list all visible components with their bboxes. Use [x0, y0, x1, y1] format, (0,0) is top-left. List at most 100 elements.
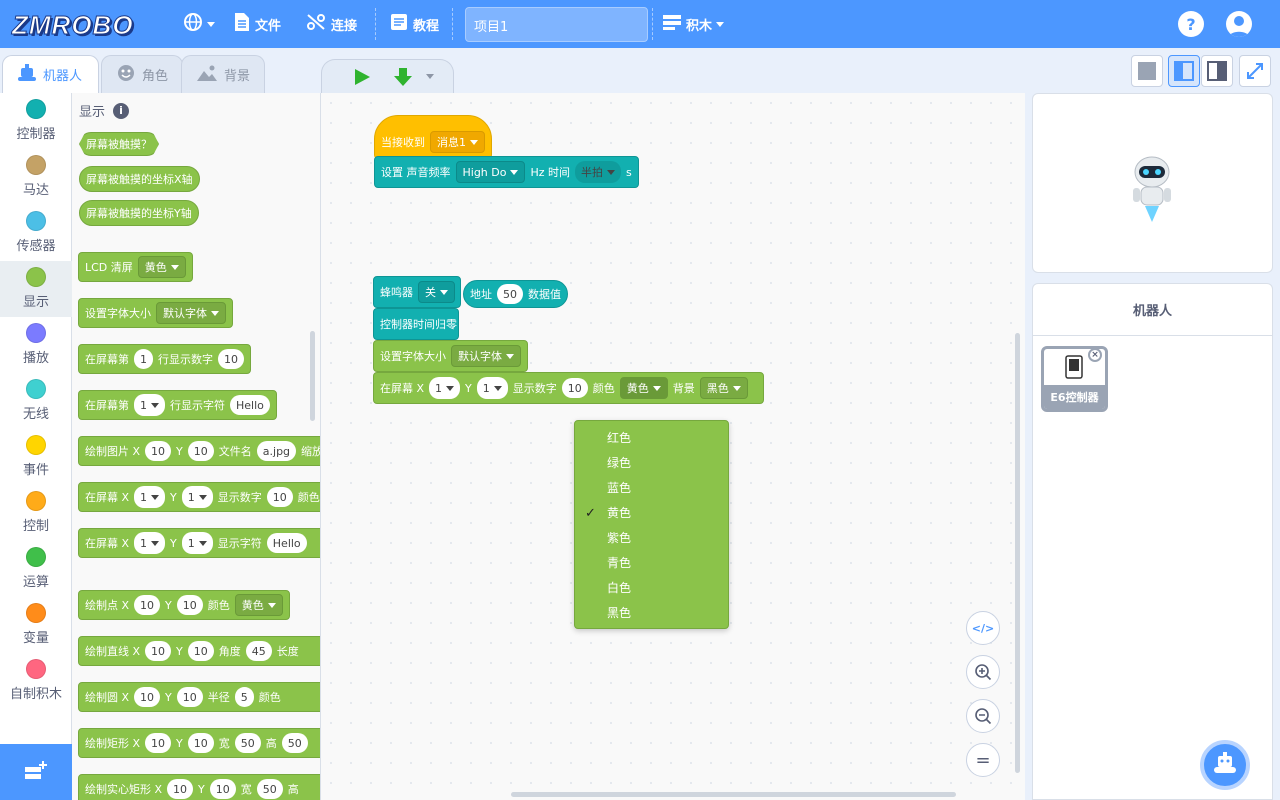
block-set-sound-freq[interactable]: 设置 声音频率 High Do Hz 时间 半拍 s	[374, 156, 639, 188]
download-icon[interactable]	[392, 66, 414, 92]
number-input[interactable]: 10	[266, 487, 293, 507]
tutorial-menu[interactable]: 教程	[389, 0, 439, 48]
palette-scrollbar[interactable]	[310, 331, 315, 421]
color-dropdown[interactable]: 黄色	[234, 594, 283, 616]
category-item[interactable]: 播放	[0, 317, 72, 373]
block-buzzer[interactable]: 蜂鸣器关	[373, 276, 461, 308]
address-input[interactable]: 50	[497, 284, 523, 304]
block-when-receive[interactable]: 当接收到 消息1	[374, 115, 492, 159]
category-item[interactable]: 自制积木	[0, 653, 72, 709]
blocks-menu[interactable]: 积木	[662, 0, 725, 48]
y-input[interactable]: 10	[176, 687, 203, 707]
note-dropdown[interactable]: High Do	[455, 161, 526, 183]
x-dropdown[interactable]: 1	[134, 532, 166, 554]
y-input[interactable]: 10	[187, 441, 214, 461]
block-draw-rect[interactable]: 绘制矩形 X 10 Y 10 宽 50 高 50	[78, 728, 320, 758]
file-menu[interactable]: 文件	[233, 0, 281, 48]
category-item[interactable]: 运算	[0, 541, 72, 597]
x-dropdown[interactable]: 1	[134, 486, 166, 508]
block-show-number-xy[interactable]: 在屏幕 X 1 Y 1 显示数字 10 颜色	[78, 482, 320, 512]
block-timer-reset[interactable]: 控制器时间归零	[373, 308, 459, 340]
filename-input[interactable]: a.jpg	[256, 441, 297, 461]
stage[interactable]	[1032, 93, 1273, 273]
dropdown-option[interactable]: 绿色	[575, 451, 728, 476]
large-stage-button[interactable]	[1201, 55, 1233, 87]
color-dropdown[interactable]: 黄色	[137, 256, 186, 278]
category-item[interactable]: 事件	[0, 429, 72, 485]
block-screen-touched[interactable]: 屏幕被触摸？	[79, 132, 159, 156]
block-draw-line[interactable]: 绘制直线 X 10 Y 10 角度 45 长度	[78, 636, 320, 666]
dropdown-option[interactable]: 青色	[575, 551, 728, 576]
row-dropdown[interactable]: 1	[134, 394, 165, 416]
tab-robot[interactable]: 机器人	[2, 55, 99, 93]
normal-stage-button[interactable]	[1168, 55, 1200, 87]
extension-button[interactable]	[0, 744, 72, 800]
block-set-font-script[interactable]: 设置字体大小 默认字体	[373, 340, 528, 372]
y-input[interactable]: 10	[187, 641, 214, 661]
connect-menu[interactable]: 连接	[305, 0, 357, 48]
x-input[interactable]: 10	[145, 641, 172, 661]
y-input[interactable]: 10	[209, 779, 236, 799]
y-input[interactable]: 10	[176, 595, 203, 615]
radius-input[interactable]: 5	[234, 687, 254, 707]
width-input[interactable]: 50	[234, 733, 261, 753]
add-device-button[interactable]	[1200, 740, 1250, 790]
small-stage-button[interactable]	[1131, 55, 1163, 87]
block-draw-filled-rect[interactable]: 绘制实心矩形 X 10 Y 10 宽 50 高	[78, 774, 320, 800]
bg-color-dropdown[interactable]: 黑色	[699, 377, 748, 399]
zoom-out-icon[interactable]	[966, 699, 1000, 733]
text-input[interactable]: Hello	[230, 395, 270, 415]
y-dropdown[interactable]: 1	[181, 532, 213, 554]
category-item[interactable]: 传感器	[0, 205, 72, 261]
block-set-font[interactable]: 设置字体大小 默认字体	[78, 298, 233, 328]
block-draw-point[interactable]: 绘制点 X 10 Y 10 颜色 黄色	[78, 590, 290, 620]
dropdown-option[interactable]: 紫色	[575, 526, 728, 551]
beat-dropdown[interactable]: 半拍	[575, 161, 622, 183]
category-item[interactable]: 变量	[0, 597, 72, 653]
robot-sprite-image[interactable]	[1129, 154, 1175, 228]
row-input[interactable]: 1	[134, 349, 153, 369]
x-dropdown[interactable]: 1	[429, 377, 461, 399]
block-draw-image[interactable]: 绘制图片 X 10 Y 10 文件名 a.jpg 缩放	[78, 436, 320, 466]
tab-backdrop[interactable]: 背景	[181, 55, 265, 93]
project-name-input[interactable]: 项目1	[465, 7, 648, 42]
user-avatar-icon[interactable]	[1226, 11, 1252, 37]
horizontal-scrollbar[interactable]	[511, 792, 956, 797]
x-input[interactable]: 10	[145, 733, 172, 753]
y-dropdown[interactable]: 1	[476, 377, 508, 399]
chevron-down-icon[interactable]	[426, 74, 434, 79]
x-input[interactable]: 10	[167, 779, 194, 799]
angle-input[interactable]: 45	[245, 641, 272, 661]
buzzer-dropdown[interactable]: 关	[418, 281, 455, 303]
block-draw-circle[interactable]: 绘制圆 X 10 Y 10 半径 5 颜色	[78, 682, 320, 712]
run-icon[interactable]	[352, 67, 372, 91]
height-input[interactable]: 50	[281, 733, 308, 753]
block-lcd-clear[interactable]: LCD 清屏 黄色	[78, 252, 193, 282]
close-icon[interactable]: ×	[1088, 348, 1102, 362]
number-input[interactable]: 10	[561, 378, 588, 398]
code-view-icon[interactable]: </>	[966, 611, 1000, 645]
zoom-in-icon[interactable]	[966, 655, 1000, 689]
category-item[interactable]: 控制器	[0, 93, 72, 149]
category-item[interactable]: 马达	[0, 149, 72, 205]
block-touch-y[interactable]: 屏幕被触摸的坐标Y轴	[79, 200, 199, 226]
block-touch-x[interactable]: 屏幕被触摸的坐标X轴	[79, 166, 200, 192]
dropdown-option[interactable]: 蓝色	[575, 476, 728, 501]
category-item[interactable]: 显示	[0, 261, 72, 317]
block-show-string-xy[interactable]: 在屏幕 X 1 Y 1 显示字符 Hello	[78, 528, 320, 558]
block-data-value[interactable]: 地址 50 数据值	[463, 280, 568, 308]
block-show-number-row[interactable]: 在屏幕第 1 行显示数字 10	[78, 344, 251, 374]
info-icon[interactable]: i	[113, 102, 130, 119]
font-dropdown[interactable]: 默认字体	[156, 302, 226, 324]
block-show-string-row[interactable]: 在屏幕第 1 行显示字符 Hello	[78, 390, 277, 420]
block-show-number-xy-script[interactable]: 在屏幕 X 1 Y 1 显示数字 10 颜色 黄色 背景 黑色	[373, 372, 764, 404]
color-dropdown[interactable]: 黄色	[619, 377, 668, 399]
text-input[interactable]: Hello	[266, 533, 307, 553]
x-input[interactable]: 10	[134, 595, 161, 615]
vertical-scrollbar[interactable]	[1015, 333, 1020, 773]
y-input[interactable]: 10	[187, 733, 214, 753]
category-item[interactable]: 无线	[0, 373, 72, 429]
x-input[interactable]: 10	[134, 687, 161, 707]
tab-sprite[interactable]: 角色	[101, 55, 183, 93]
fullscreen-button[interactable]	[1239, 55, 1271, 87]
